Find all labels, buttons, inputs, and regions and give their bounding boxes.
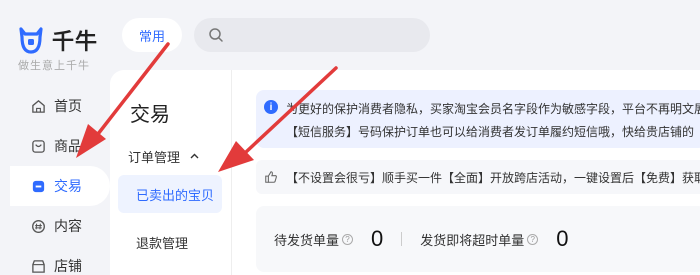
order-management-group[interactable]: 订单管理	[128, 147, 199, 166]
shop-icon	[30, 258, 46, 274]
stats-divider	[401, 232, 403, 246]
notice-line-2: 【短信服务】号码保护订单也可以给消费者发订单履约短信哦，快给贵店铺的	[286, 125, 695, 139]
nav-item-home[interactable]: 首页	[0, 86, 108, 126]
sub-navigation: 交易 订单管理 已卖出的宝贝 退款管理	[110, 70, 232, 275]
qianniu-logo-icon	[19, 27, 43, 54]
search-box[interactable]	[194, 18, 430, 52]
trade-icon	[30, 178, 46, 194]
pending-shipment-count[interactable]: 0	[371, 226, 383, 252]
brand-name: 千牛	[52, 29, 99, 54]
nav-item-content[interactable]: 内容	[0, 206, 108, 246]
nav-label-home: 首页	[54, 98, 82, 114]
notice-line-1: 为更好的保护消费者隐私，买家淘宝会员名字段作为敏感字段，平台不再明文展	[286, 102, 700, 116]
thumbs-up-icon	[265, 171, 277, 183]
nav-label-shop: 店铺	[54, 258, 82, 274]
search-icon	[209, 28, 223, 42]
goods-icon	[30, 138, 46, 154]
sub-item-refund-management[interactable]: 退款管理	[118, 223, 222, 261]
brand-slogan: 做生意上千牛	[18, 60, 90, 72]
common-button[interactable]: 常用	[122, 18, 182, 52]
nav-label-content: 内容	[54, 218, 82, 234]
nav-item-goods[interactable]: 商品	[0, 126, 108, 166]
search-input[interactable]	[232, 27, 422, 43]
sub-item-sold-items[interactable]: 已卖出的宝贝	[118, 175, 222, 213]
info-icon: i	[264, 100, 278, 114]
help-icon[interactable]: ?	[527, 233, 539, 245]
privacy-notice: i 为更好的保护消费者隐私，买家淘宝会员名字段作为敏感字段，平台不再明文展 【短…	[256, 90, 700, 148]
nav-item-trade[interactable]: 交易	[10, 166, 110, 206]
main-panel: 交易 订单管理 已卖出的宝贝 退款管理 i 为更好的保护消费者隐私，买家淘宝会员…	[110, 70, 700, 275]
content-icon	[30, 218, 46, 234]
brand-logo[interactable]: 千牛	[18, 22, 98, 58]
top-bar: 常用	[110, 0, 700, 70]
nav-label-trade: 交易	[54, 178, 82, 194]
left-rail: 千牛 做生意上千牛 首页 商品 交易 内容 店铺	[0, 0, 110, 275]
order-stats: 待发货单量 ? 0 发货即将超时单量 ? 0	[256, 206, 700, 272]
chevron-up-icon	[190, 151, 199, 162]
overdue-shipment-count[interactable]: 0	[556, 226, 568, 252]
promo-text: 【不设置会很亏】顺手买一件【全面】开放跨店活动，一键设置后【免费】获取	[285, 170, 700, 185]
help-icon[interactable]: ?	[342, 233, 354, 245]
nav-item-shop[interactable]: 店铺	[0, 246, 108, 275]
promo-banner[interactable]: 【不设置会很亏】顺手买一件【全面】开放跨店活动，一键设置后【免费】获取	[256, 160, 700, 194]
home-icon	[30, 98, 46, 114]
overdue-shipment-label: 发货即将超时单量	[420, 232, 525, 248]
group-label: 订单管理	[128, 150, 181, 165]
nav-label-goods: 商品	[54, 138, 82, 154]
section-title: 交易	[130, 104, 170, 126]
pending-shipment-label: 待发货单量	[274, 232, 340, 248]
